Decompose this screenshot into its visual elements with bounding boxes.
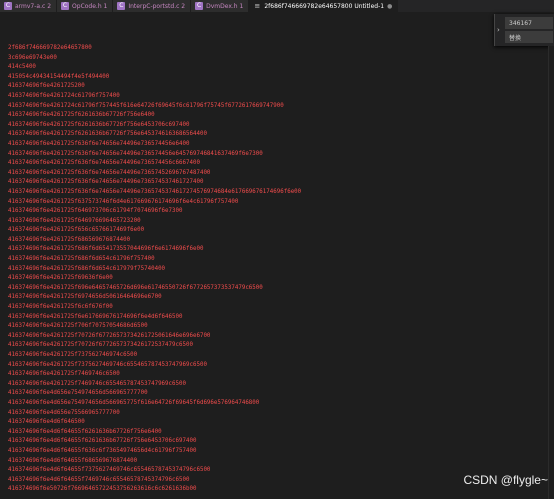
code-line: 416374696f6e4d6f64655f686569676874400: [8, 457, 138, 464]
tab-label: OpCode.h 1: [72, 2, 108, 10]
editor-lines[interactable]: 2f686f746669782e64657800 3c696e69743e00 41…: [8, 44, 488, 495]
code-line: 416374696f6e4261725f636f6e74656e74496e73…: [8, 140, 190, 147]
code-line: 2f686f746669782e64657800: [8, 45, 92, 51]
tab-armv7-a[interactable]: C armv7-a.c 2: [0, 0, 58, 12]
code-line: 416374696f6e4261725f646973706c61794f7074…: [8, 208, 183, 215]
code-line: 416374696f6e4261725f637573746f6d4e617669…: [8, 198, 239, 205]
editor-area[interactable]: 2f686f746669782e64657800 3c696e69743e00 41…: [0, 12, 554, 499]
code-line: 416374696f6e4261725f636f6e74656e74496e73…: [8, 150, 263, 157]
code-line: 416374696f6e4d656e754974656d566965775f61…: [8, 399, 260, 406]
code-line: 416374696f6e50726f7669646572245375626361…: [8, 486, 197, 493]
code-line: 416374696f6e4d6f64655f7469746c6554657874…: [8, 476, 190, 483]
code-line: 416374696f6e4261725f636f6e74656e74496e73…: [8, 160, 200, 167]
code-line: 416374696f6e4261725f6261636b67726f756e64…: [8, 121, 190, 128]
code-line: 414c5400: [8, 64, 36, 71]
code-line: 416374696f6e4261725f686f6d654c61796f7574…: [8, 256, 155, 263]
tab-label: 2f686f746669782e64657800 Untitled-1: [264, 2, 385, 10]
code-line: 416374696f6e4261725200: [8, 83, 85, 90]
code-line: 416374696f6e4261725f69636f6e00: [8, 275, 113, 282]
code-line: 416374696f6e4d6f64655f636c6f73654974656d…: [8, 447, 197, 454]
code-line: 416374696f6e4261725f7469746c655465787453…: [8, 380, 186, 387]
code-line: 416374696f6e4261725f636f6e74656e74496e73…: [8, 188, 302, 195]
code-line: 416374696f6e4261725f706f70757054686d6500: [8, 323, 148, 330]
code-line: 416374696f6e4261725f737562746974c6500: [8, 352, 138, 358]
code-line: 416374696f6e4d656e754974656d566965777700: [8, 390, 148, 397]
c-file-icon: C: [61, 2, 70, 10]
code-line: 416374696f6e4261725f636f6e74656e74496e73…: [8, 179, 204, 186]
code-line: 416374696f6e4d6f64655f7375627469746c6554…: [8, 467, 211, 474]
code-line: 416374696f6e4261725f6261636b67726f756e64…: [8, 131, 207, 138]
c-file-icon: C: [117, 2, 126, 10]
tab-label: DvmDex.h 1: [206, 2, 244, 10]
code-line: 3c696e69743e00: [8, 54, 57, 61]
editor-tab-bar: C armv7-a.c 2 C OpCode.h 1 C InterpC-por…: [0, 0, 554, 12]
tab-label: InterpC-portstd.c 2: [128, 2, 186, 10]
code-line: 416374696f6e4261725f6e617669676174696f6e…: [8, 313, 183, 320]
editor-gutter: [0, 12, 8, 499]
code-line: 415054c49434154494f4e5f494400: [8, 73, 110, 80]
find-input[interactable]: [505, 17, 553, 29]
code-line: 416374696f6e4261725f686f6d65417355704469…: [8, 246, 204, 253]
code-line: 416374696f6e4261725f686569676874400: [8, 236, 131, 243]
code-line: 416374696f6e4261725f7469746c6500: [8, 371, 120, 378]
tab-untitled-1[interactable]: ≡ 2f686f746669782e64657800 Untitled-1 ●: [249, 0, 399, 12]
replace-input[interactable]: [505, 31, 553, 43]
code-line: 416374696f6e4261725f636f6e74656e74496e73…: [8, 169, 211, 176]
find-replace-widget: ›: [494, 14, 554, 46]
tab-dvmdex[interactable]: C DvmDex.h 1: [191, 0, 250, 12]
c-file-icon: C: [4, 2, 12, 10]
minimap-strip: [548, 46, 554, 499]
tab-opcode[interactable]: C OpCode.h 1: [57, 0, 114, 12]
code-line: 416374696f6e4261725f70726f67726573734261…: [8, 342, 193, 349]
unsaved-dot-icon[interactable]: ●: [387, 3, 392, 10]
code-line: 416374696f6e4d6f64655f6261636b67726f756e…: [8, 438, 197, 445]
code-line: 416374696f6e4261725f70726f67726573734261…: [8, 332, 211, 339]
code-line: 416374696f6e4261725f696e64657465726d696e…: [8, 284, 263, 291]
code-line: 416374696f6e4261725f6974656d50616464696e…: [8, 294, 162, 301]
tab-label: armv7-a.c 2: [15, 2, 52, 10]
code-line: 416374696f6e4261725f656c6576617469f6e00: [8, 227, 145, 234]
expand-replace-icon[interactable]: ›: [497, 26, 500, 34]
code-line: 416374696f6e4d656e75566965777700: [8, 409, 120, 416]
watermark: CSDN @flygle~: [463, 473, 548, 487]
code-line: 416374696f6e4261725f646976696465723200: [8, 217, 141, 224]
code-line: 416374696f6e4261725f686f6d654c617979f757…: [8, 265, 166, 272]
code-line: 416374696f6e4261725f6261636b67726f756e64…: [8, 112, 155, 119]
code-line: 416374696f6e4261725f7375627469746c655465…: [8, 361, 207, 368]
tab-interpc-portstd[interactable]: C InterpC-portstd.c 2: [113, 0, 192, 12]
code-line: 416374696f6e4d6f64655f6261636b67726f756e…: [8, 428, 162, 435]
text-file-icon: ≡: [254, 2, 261, 10]
code-line: 416374696f6e4261724c61796f757400: [8, 92, 120, 99]
code-line: 416374696f6e4261725f6c6f676f00: [8, 304, 113, 311]
c-file-icon: C: [195, 2, 204, 10]
code-line: 416374696f6e4d6f646500: [8, 419, 85, 426]
code-line: 416374696f6e4261724c61796f757445f616e647…: [8, 102, 284, 109]
